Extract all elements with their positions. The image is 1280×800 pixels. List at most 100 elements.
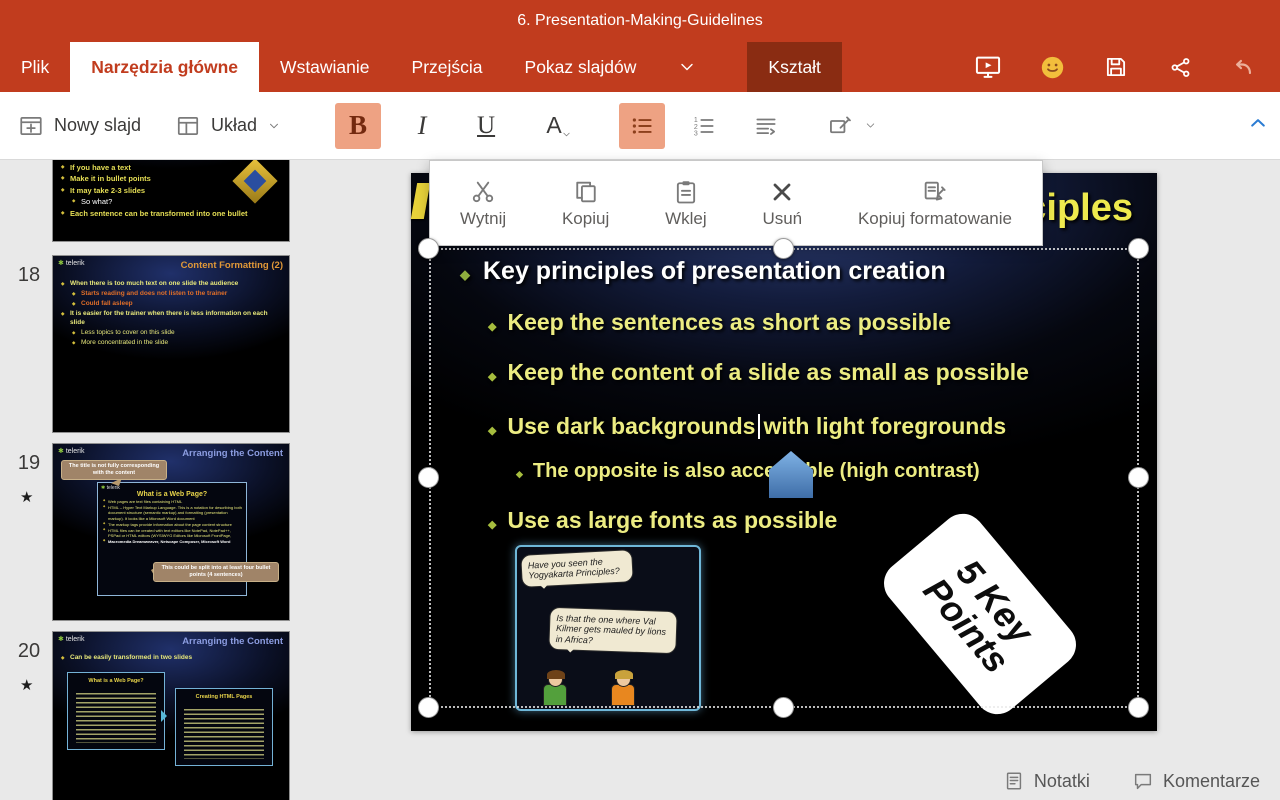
tab-plik[interactable]: Plik [0,42,70,92]
bold-button[interactable]: B [335,102,382,149]
underline-button[interactable]: U [463,103,509,149]
shape-fill-button[interactable] [827,112,877,139]
italic-label: I [417,110,427,140]
mini-slide-image: What is a Web Page? [67,672,165,750]
paragraph-indent-button[interactable] [743,103,789,149]
collapse-ribbon-button[interactable] [1248,113,1268,138]
ribbon-toolbar: Nowy slajd Układ B I U A 1 2 3 [0,92,1280,160]
selection-handle-middle-left[interactable] [418,467,439,488]
powerpoint-app: 6. Presentation-Making-Guidelines Plik N… [0,0,1280,800]
tab-ksztalt[interactable]: Kształt [747,42,842,92]
notes-icon [1006,772,1022,790]
title-fragment [410,183,431,219]
thumb-bullet: Each sentence can be transformed into on… [61,209,284,218]
menubar-action-icons [974,42,1280,92]
notes-label: Notatki [1033,770,1090,791]
italic-button[interactable]: I [399,103,445,149]
selection-handle-middle-right[interactable] [1128,467,1149,488]
thumb-bullet: More concentrated in the slide [72,339,284,347]
menu-tab-bar: Plik Narzędzia główne Wstawianie Przejśc… [0,42,1280,92]
smiley-icon [1041,56,1063,78]
mini-slide-text-lines [184,709,264,759]
telerik-logo: telerik [58,635,85,643]
undo-icon [1235,59,1252,75]
tab-wstawianie[interactable]: Wstawianie [259,42,390,92]
bullet-list-icon [632,117,652,134]
bold-label: B [349,110,368,140]
thumbnail-bullets: When there is too much text on one slide… [61,280,284,349]
share-button[interactable] [1166,53,1194,81]
telerik-logo: telerik [58,447,85,455]
slide-number: 20 [17,640,41,662]
more-tabs-chevron-down-icon[interactable] [665,42,709,92]
copy-icon [575,181,596,202]
new-slide-button[interactable]: Nowy slajd [18,113,141,139]
copy-button[interactable]: Kopiuj [562,178,609,229]
comments-button[interactable]: Komentarze [1132,770,1260,792]
save-icon [1106,57,1126,77]
slide-thumbnail-17[interactable]: If you have a text Make it in bullet poi… [52,160,290,242]
selection-handle-top-right[interactable] [1128,238,1149,259]
paste-icon [676,180,695,203]
delete-x-icon [773,183,791,200]
svg-text:3: 3 [694,130,698,137]
transition-star-icon [20,676,33,694]
thumb-bullet: Could fall asleep [72,300,284,308]
slide-thumbnail-19[interactable]: telerik Arranging the Content The title … [52,443,290,621]
thumb-bullet: When there is too much text on one slide… [61,280,284,288]
tab-przejscia[interactable]: Przejścia [391,42,504,92]
tab-pokaz-slajdow[interactable]: Pokaz slajdów [504,42,658,92]
layout-icon [177,116,199,135]
font-color-button[interactable]: A [531,103,577,149]
present-on-screen-button[interactable] [974,53,1002,81]
tab-narzedzia-glowne[interactable]: Narzędzia główne [70,42,260,92]
feedback-button[interactable] [1038,53,1066,81]
selection-handle-top-left[interactable] [418,238,439,259]
save-button[interactable] [1102,53,1130,81]
new-slide-label: Nowy slajd [54,115,142,135]
thumb-bullet: Less topics to cover on this slide [72,329,284,337]
format-painter-label: Kopiuj formatowanie [857,208,1012,228]
chevron-down-icon [270,123,279,128]
thumbnail-title: Arranging the Content [182,636,283,647]
slide-number: 19 [17,452,41,474]
selection-handle-bottom-right[interactable] [1128,697,1149,718]
thumbnail-title: Arranging the Content [182,448,283,459]
cut-button[interactable]: Wytnij [460,178,506,229]
selection-handle-bottom-left[interactable] [418,697,439,718]
paste-button[interactable]: Wklej [665,178,707,229]
layout-button[interactable]: Układ [175,113,281,139]
flow-arrow [161,710,173,722]
embedded-bullet: The markup tags provide information abou… [102,522,242,527]
slide-thumbnail-18[interactable]: telerik Content Formatting (2) When ther… [52,255,290,433]
slide-number: 18 [17,264,41,286]
titlebar: 6. Presentation-Making-Guidelines [0,0,1280,42]
transition-star-icon [20,488,33,506]
paragraph-indent-icon [756,118,776,135]
delete-button[interactable]: Usuń [762,178,802,229]
bullet-list-button[interactable] [619,102,666,149]
chevron-down-icon [866,123,875,128]
selection-handle-bottom-center[interactable] [773,697,794,718]
notes-button[interactable]: Notatki [1003,770,1090,792]
thumbnail-title: Content Formatting (2) [180,260,283,271]
embedded-bullet: Web pages are text files containing HTML [102,499,242,504]
monitor-icon [975,56,1001,78]
thumb-bullet: Starts reading and does not listen to th… [72,290,284,298]
numbered-list-button[interactable]: 1 2 3 [681,103,727,149]
selection-handle-top-center[interactable] [773,238,794,259]
format-painter-button[interactable]: Kopiuj formatowanie [858,178,1012,229]
document-title: 6. Presentation-Making-Guidelines [517,12,763,29]
callout-note: This could be split into at least four b… [153,562,279,582]
comments-label: Komentarze [1162,770,1260,791]
thumb-bullet: It is easier for the trainer when there … [61,310,284,326]
telerik-logo: telerik [58,259,85,267]
slide-thumbnail-20[interactable]: telerik Arranging the Content Can be eas… [52,631,290,800]
embedded-bullet: HTML files can be created with text edit… [102,528,242,538]
share-icon [1171,57,1189,77]
thumbnail-bullets: Can be easily transformed in two slides [61,654,284,664]
scissors-icon [472,181,494,202]
undo-button[interactable] [1230,53,1258,81]
thumb-bullet: Can be easily transformed in two slides [61,654,284,662]
mini-slide-image: Creating HTML Pages [175,688,273,766]
